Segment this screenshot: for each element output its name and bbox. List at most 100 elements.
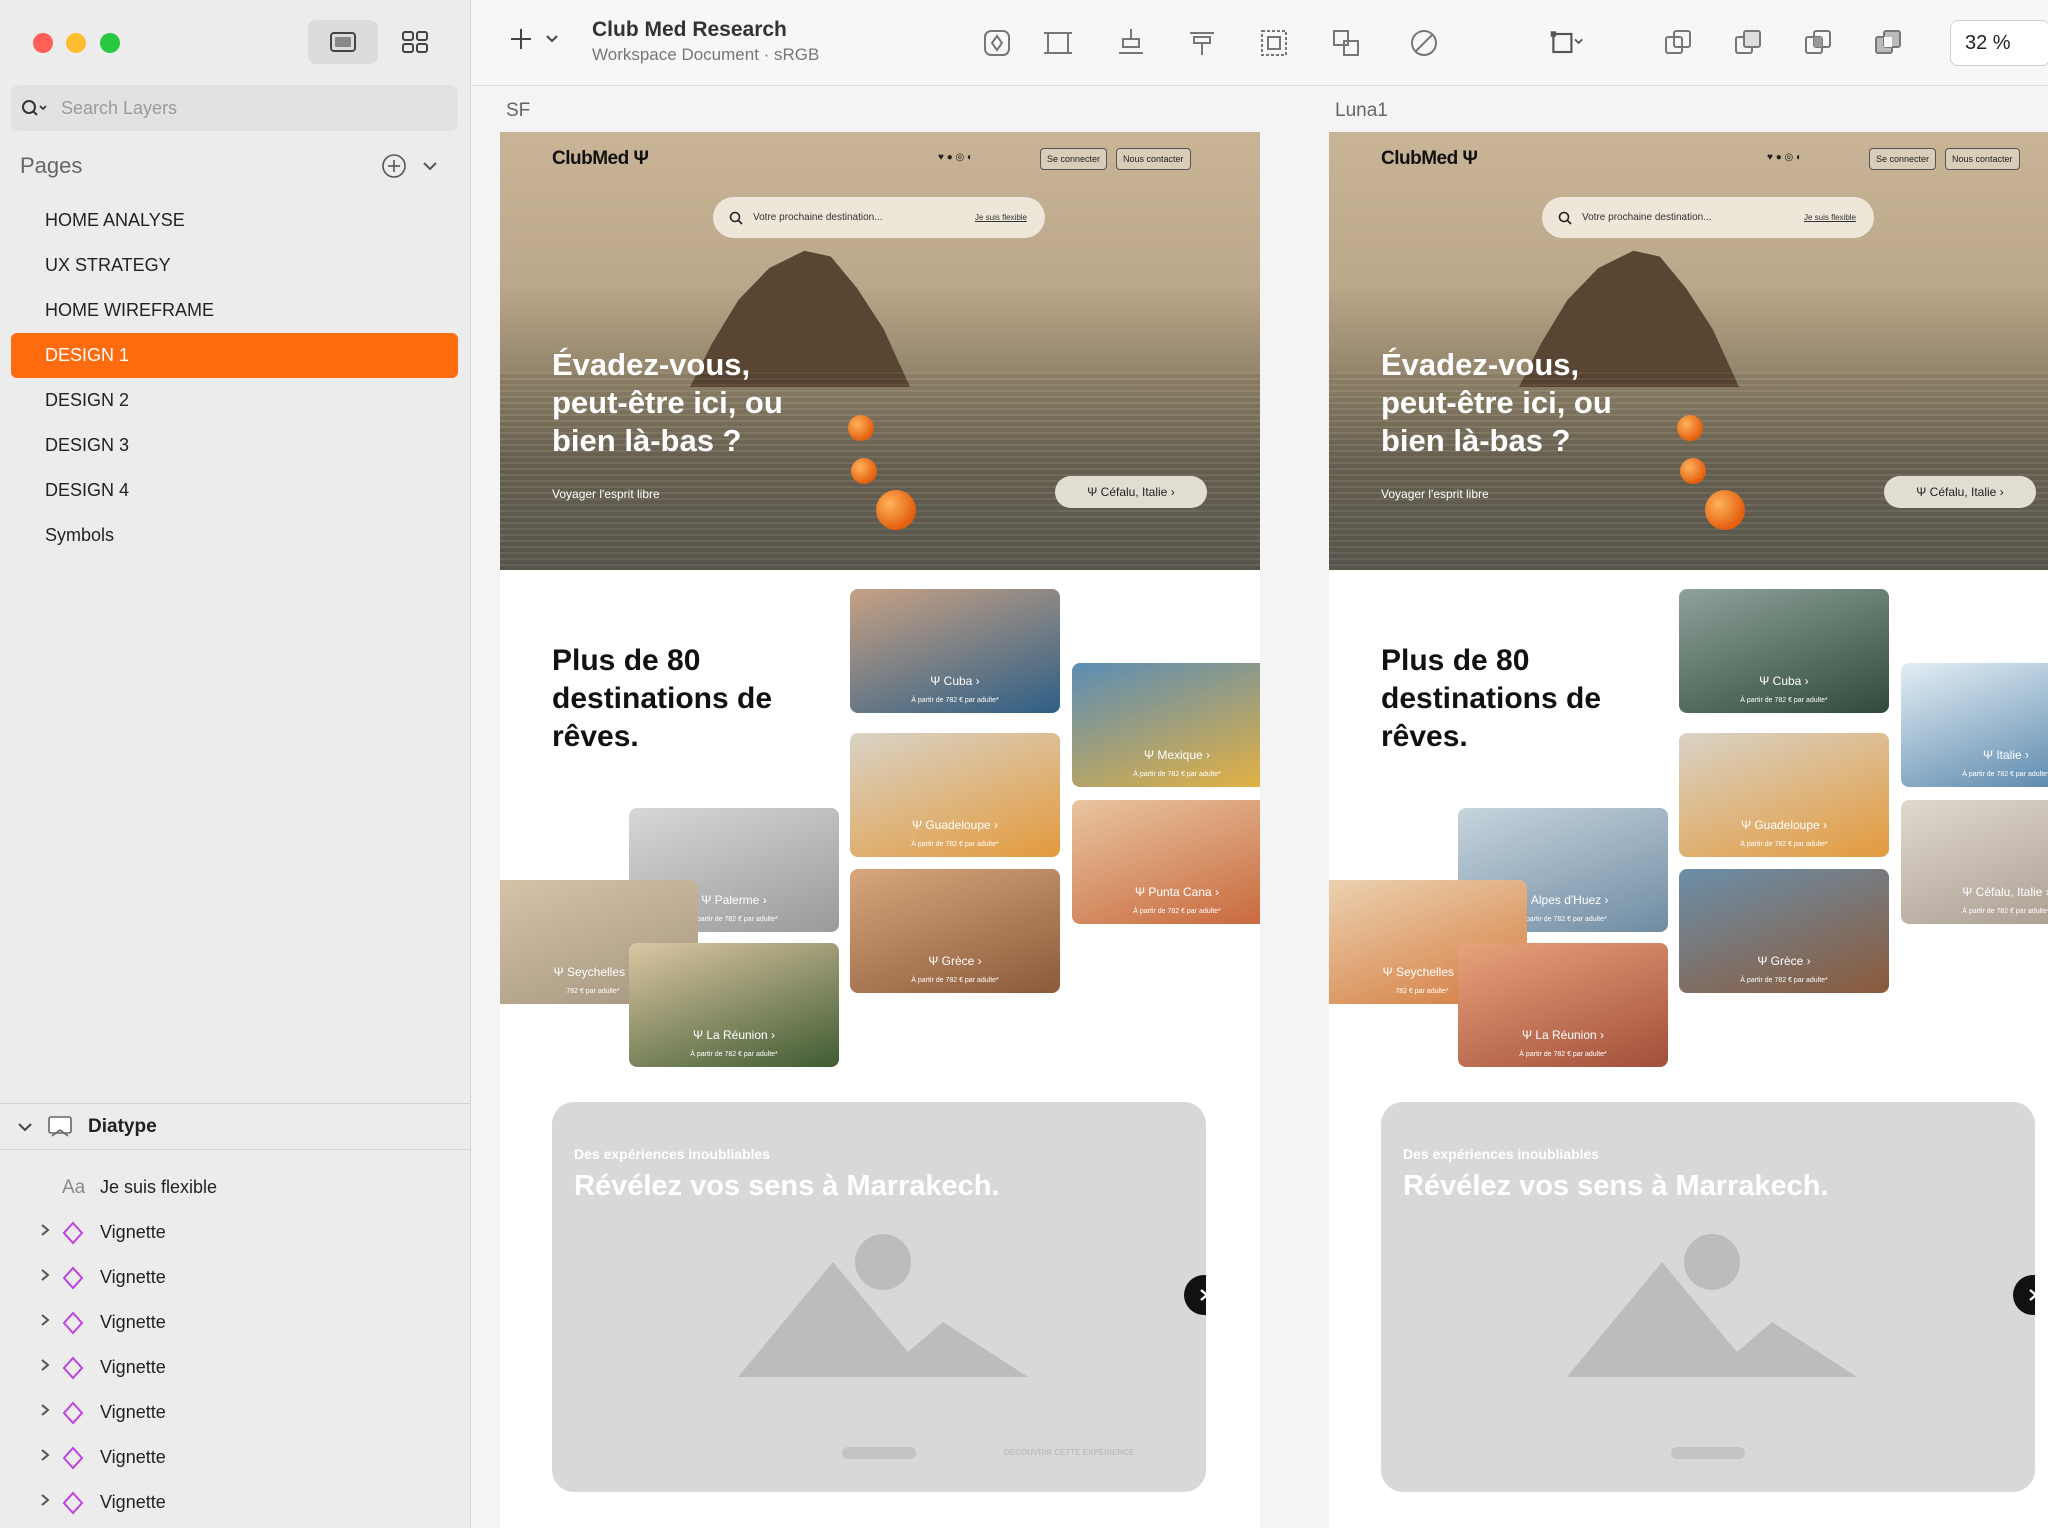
chevron-down-icon[interactable] — [421, 157, 439, 175]
chevron-right-icon[interactable] — [38, 1492, 52, 1513]
layer-row[interactable]: Vignette — [0, 1300, 471, 1345]
difference-button[interactable] — [1870, 25, 1906, 61]
experience-banner[interactable]: Des expériences inoubliables Révélez vos … — [552, 1102, 1206, 1492]
destination-card[interactable]: Ψ La Réunion › À partir de 782 € par adul… — [629, 943, 839, 1067]
image-placeholder-icon — [738, 1232, 1028, 1387]
flexible-link[interactable]: Je suis flexible — [975, 213, 1027, 222]
create-symbol-button[interactable] — [979, 25, 1015, 61]
next-slide-button[interactable] — [1184, 1275, 1206, 1315]
layer-row[interactable]: Vignette — [0, 1210, 471, 1255]
destination-card[interactable]: Ψ Grèce › À partir de 782 € par adulte* — [1679, 869, 1889, 993]
ungroup-button[interactable] — [1328, 25, 1364, 61]
card-destination-name: Ψ Cuba › — [930, 674, 980, 688]
group-button[interactable] — [1256, 25, 1292, 61]
subtract-button[interactable] — [1730, 25, 1766, 61]
destination-search[interactable]: Votre prochaine destination... Je suis fl… — [713, 197, 1045, 238]
edit-button[interactable] — [1406, 25, 1442, 61]
carousel-dots[interactable] — [1671, 1447, 1745, 1459]
search-layers-field[interactable]: Search Layers — [11, 85, 458, 131]
destination-card[interactable]: Ψ Guadeloupe › À partir de 782 € par adul… — [850, 733, 1060, 857]
chevron-right-icon[interactable] — [38, 1312, 52, 1333]
location-pill[interactable]: Ψ Céfalu, Italie › — [1055, 476, 1207, 508]
zoom-field[interactable]: 32 % — [1950, 20, 2048, 66]
connect-button[interactable]: Se connecter — [1869, 148, 1937, 170]
document-view-button[interactable] — [380, 20, 450, 64]
chevron-down-icon[interactable] — [16, 1118, 34, 1136]
intersect-button[interactable] — [1800, 25, 1836, 61]
search-placeholder: Votre prochaine destination... — [1582, 212, 1712, 223]
destination-search[interactable]: Votre prochaine destination... Je suis fl… — [1542, 197, 1874, 238]
contact-button[interactable]: Nous contacter — [1945, 148, 2020, 170]
layer-row[interactable]: Aa Je suis flexible — [0, 1165, 471, 1210]
next-slide-button[interactable] — [2013, 1275, 2035, 1315]
card-price: À partir de 782 € par adulte* — [911, 697, 999, 704]
insert-button[interactable] — [508, 26, 560, 52]
search-icon — [729, 211, 743, 225]
destination-card[interactable]: Ψ Punta Cana › À partir de 782 € par adul… — [1072, 800, 1260, 924]
chevron-right-icon[interactable] — [38, 1402, 52, 1423]
banner-kicker: Des expériences inoubliables — [1403, 1146, 1600, 1162]
layer-group-header[interactable]: Diatype — [0, 1103, 471, 1150]
social-icons[interactable]: ♥ ● ◎ ◐ — [938, 152, 973, 163]
artboard[interactable]: ClubMed Ψ ♥ ● ◎ ◐ Se connecter Nous contact… — [500, 132, 1260, 1528]
social-icons[interactable]: ♥ ● ◎ ◐ — [1767, 152, 1802, 163]
page-item[interactable]: HOME ANALYSE — [11, 198, 458, 243]
destination-card[interactable]: Ψ Cuba › À partir de 782 € par adulte* — [850, 589, 1060, 713]
card-price: À partir de 782 € par adulte* — [1740, 841, 1828, 848]
page-item[interactable]: UX STRATEGY — [11, 243, 458, 288]
destination-card[interactable]: Ψ Grèce › À partir de 782 € par adulte* — [850, 869, 1060, 993]
destinations-title: Plus de 80 destinations de rêves. — [552, 644, 773, 753]
layer-name: Vignette — [100, 1267, 166, 1287]
union-button[interactable] — [1660, 25, 1696, 61]
chevron-right-icon[interactable] — [38, 1267, 52, 1288]
layer-row[interactable]: Vignette — [0, 1255, 471, 1300]
artboard-label[interactable]: Luna1 — [1335, 100, 1388, 122]
clubmed-logo[interactable]: ClubMed Ψ — [1381, 148, 1478, 170]
destination-card[interactable]: Ψ Italie › À partir de 782 € par adulte* — [1901, 663, 2048, 787]
card-destination-name: Ψ Céfalu, Italie › — [1962, 885, 2048, 899]
align-button[interactable] — [1184, 25, 1220, 61]
symbol-instance-icon — [62, 1266, 84, 1290]
contact-button[interactable]: Nous contacter — [1116, 148, 1191, 170]
artboard-button[interactable] — [1040, 25, 1076, 61]
close-window-button[interactable] — [33, 33, 53, 53]
layer-row[interactable]: Vignette — [0, 1390, 471, 1435]
artboard[interactable]: ClubMed Ψ ♥ ● ◎ ◐ Se connecter Nous contact… — [1329, 132, 2048, 1528]
symbol-instance-icon — [62, 1311, 84, 1335]
document-subtitle: Workspace Document · sRGB — [592, 45, 820, 64]
clubmed-logo[interactable]: ClubMed Ψ — [552, 148, 649, 170]
layer-row[interactable]: Vignette — [0, 1435, 471, 1480]
artboard-label[interactable]: SF — [506, 100, 530, 122]
connect-button[interactable]: Se connecter — [1040, 148, 1108, 170]
canvas-view-button[interactable] — [308, 20, 378, 64]
page-item[interactable]: DESIGN 1 — [11, 333, 458, 378]
page-item[interactable]: DESIGN 3 — [11, 423, 458, 468]
minimize-window-button[interactable] — [66, 33, 86, 53]
resize-button[interactable] — [1548, 25, 1584, 61]
chevron-right-icon[interactable] — [38, 1222, 52, 1243]
chevron-right-icon[interactable] — [38, 1447, 52, 1468]
page-item[interactable]: DESIGN 2 — [11, 378, 458, 423]
destination-card[interactable]: Ψ Cuba › À partir de 782 € par adulte* — [1679, 589, 1889, 713]
layer-row[interactable]: Vignette — [0, 1480, 471, 1525]
canvas[interactable]: SF ClubMed Ψ ♥ ● ◎ ◐ Se connecter Nous conta… — [472, 87, 2048, 1528]
destination-card[interactable]: Ψ Mexique › À partir de 782 € par adulte* — [1072, 663, 1260, 787]
page-item[interactable]: HOME WIREFRAME — [11, 288, 458, 333]
add-page-icon[interactable] — [381, 153, 407, 179]
zoom-window-button[interactable] — [100, 33, 120, 53]
page-item[interactable]: DESIGN 4 — [11, 468, 458, 513]
chevron-right-icon[interactable] — [38, 1357, 52, 1378]
destination-card[interactable]: Ψ La Réunion › À partir de 782 € par adul… — [1458, 943, 1668, 1067]
location-pill[interactable]: Ψ Céfalu, Italie › — [1884, 476, 2036, 508]
card-price: À partir de 782 € par adulte* — [911, 977, 999, 984]
distribute-button[interactable] — [1113, 25, 1149, 61]
discover-link[interactable]: DÉCOUVRIR CETTE EXPÉRIENCE — [1004, 1448, 1134, 1457]
layer-row[interactable]: Vignette — [0, 1345, 471, 1390]
carousel-dots[interactable] — [842, 1447, 916, 1459]
flexible-link[interactable]: Je suis flexible — [1804, 213, 1856, 222]
search-placeholder: Votre prochaine destination... — [753, 212, 883, 223]
page-item[interactable]: Symbols — [11, 513, 458, 558]
experience-banner[interactable]: Des expériences inoubliables Révélez vos … — [1381, 1102, 2035, 1492]
destination-card[interactable]: Ψ Céfalu, Italie › À partir de 782 € par … — [1901, 800, 2048, 924]
destination-card[interactable]: Ψ Guadeloupe › À partir de 782 € par adul… — [1679, 733, 1889, 857]
